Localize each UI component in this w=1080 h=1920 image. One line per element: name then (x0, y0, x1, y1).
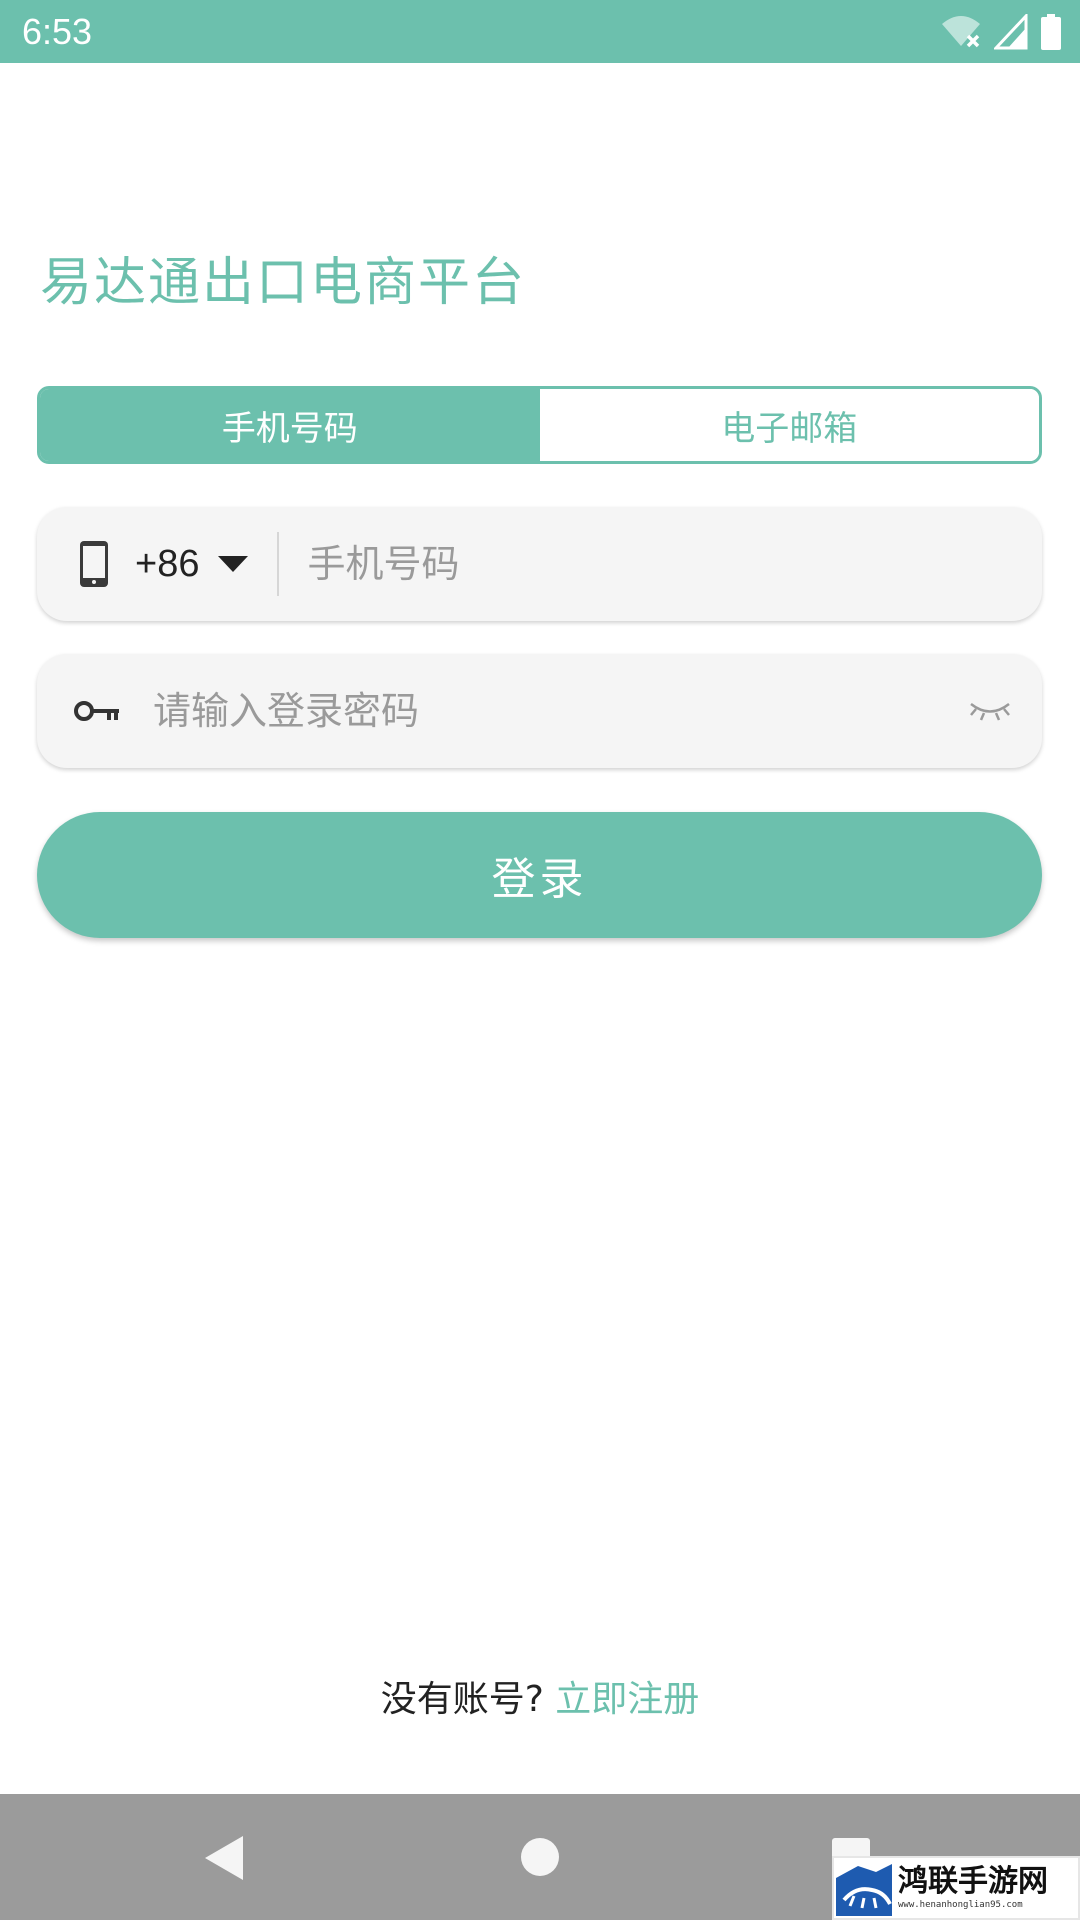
register-prompt: 没有账号? (380, 1679, 544, 1720)
phone-input[interactable] (305, 541, 1042, 587)
register-link[interactable]: 立即注册 (555, 1679, 699, 1720)
app-title: 易达通出口电商平台 (40, 253, 527, 313)
watermark-url: www.henanhonglian95.com (898, 1900, 1023, 1910)
watermark-title: 鸿联手游网 (898, 1864, 1048, 1899)
battery-icon (1040, 14, 1062, 50)
phone-field: +86 (37, 507, 1042, 621)
smartphone-icon (79, 540, 109, 588)
password-input[interactable] (151, 688, 968, 734)
back-icon[interactable] (203, 1834, 245, 1882)
tab-phone[interactable]: 手机号码 (40, 389, 540, 461)
status-bar: 6:53 (0, 0, 1080, 63)
chevron-down-icon[interactable] (217, 555, 249, 573)
status-time: 6:53 (22, 11, 93, 52)
wifi-off-icon (940, 14, 982, 50)
watermark-text: 鸿联手游网 www.henanhonglian95.com (898, 1865, 1048, 1911)
watermark: 鸿联手游网 www.henanhonglian95.com (832, 1856, 1080, 1920)
tab-email[interactable]: 电子邮箱 (539, 389, 1039, 461)
login-button[interactable]: 登录 (37, 812, 1042, 938)
eye-closed-icon[interactable] (968, 699, 1012, 723)
password-field (37, 654, 1042, 768)
home-icon[interactable] (519, 1836, 561, 1878)
field-divider (277, 532, 280, 596)
signal-icon (994, 14, 1028, 50)
watermark-logo-icon (836, 1860, 892, 1916)
key-icon (73, 698, 121, 724)
status-icons (940, 12, 1062, 52)
country-code-selector[interactable]: +86 (135, 543, 199, 586)
register-row: 没有账号? 立即注册 (0, 1675, 1080, 1725)
login-method-tabs: 手机号码 电子邮箱 (37, 386, 1042, 464)
